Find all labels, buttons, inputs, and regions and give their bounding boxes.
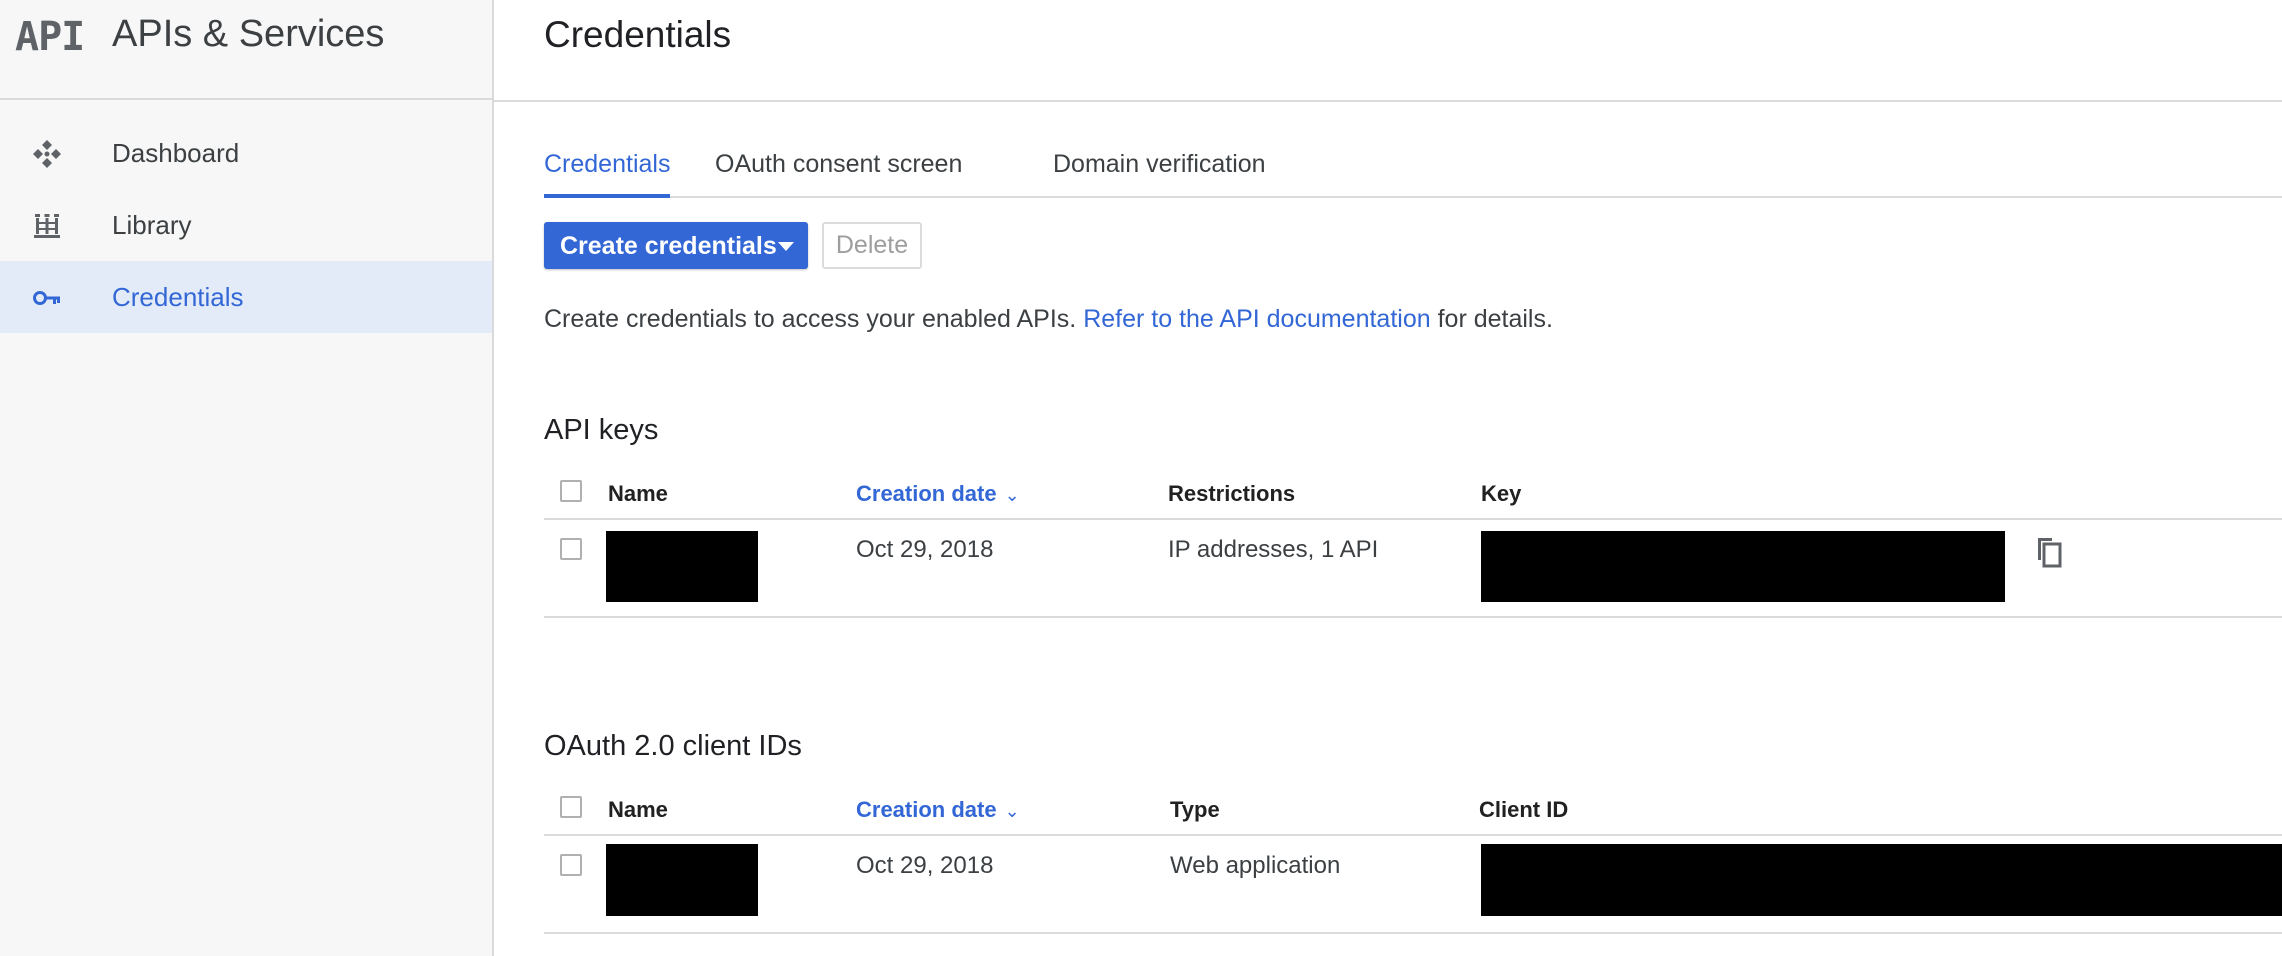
key-icon [32,283,62,313]
api-keys-title: API keys [544,414,659,446]
library-icon [32,211,62,241]
column-header-creation-date[interactable]: Creation date ⌄ [856,481,1020,507]
api-documentation-link[interactable]: Refer to the API documentation [1083,305,1430,333]
creation-date-cell: Oct 29, 2018 [856,852,994,879]
column-header-name: Name [608,797,668,822]
tab-domain-verification[interactable]: Domain verification [1053,150,1266,198]
select-all-checkbox[interactable] [560,480,582,502]
tab-bar: Credentials OAuth consent screen Domain … [544,134,2282,198]
main-content: Credentials Credentials OAuth consent sc… [494,0,2282,956]
column-header-creation-date-label: Creation date [856,797,997,822]
intro-text: Create credentials to access your enable… [544,305,1553,334]
sidebar-item-library[interactable]: Library [0,189,492,261]
page-title: Credentials [544,14,732,55]
type-cell: Web application [1170,852,1341,879]
redacted-client-id [1481,844,2282,916]
sidebar-item-label: Credentials [112,281,244,312]
redacted-key [1481,531,2005,602]
sidebar: API APIs & Services Dashboard Library Cr… [0,0,494,956]
tab-oauth-consent-screen[interactable]: OAuth consent screen [715,150,962,198]
intro-prefix: Create credentials to access your enable… [544,305,1077,333]
column-header-creation-date-label: Creation date [856,481,997,506]
column-header-restrictions: Restrictions [1168,481,1296,506]
intro-suffix: for details. [1437,305,1553,333]
column-header-client-id: Client ID [1479,797,1569,822]
delete-button[interactable]: Delete [822,222,922,269]
sidebar-item-dashboard[interactable]: Dashboard [0,117,492,189]
api-logo: API [15,14,85,60]
select-all-checkbox[interactable] [560,796,582,818]
creation-date-cell: Oct 29, 2018 [856,536,994,563]
table-row: Oct 29, 2018 IP addresses, 1 API [544,520,2282,618]
sidebar-title: APIs & Services [112,13,385,55]
page-header: Credentials [494,0,2282,102]
redacted-name [606,531,758,602]
oauth-clients-table-header: Name Creation date ⌄ Type Client ID [544,788,2282,836]
sidebar-item-label: Dashboard [112,137,240,168]
create-credentials-button[interactable]: Create credentials [544,222,808,269]
sidebar-item-label: Library [112,209,192,240]
chevron-down-icon: ⌄ [1004,801,1020,821]
sidebar-header: API APIs & Services [0,0,494,100]
dashboard-icon [32,139,62,169]
dropdown-caret-icon [778,242,794,251]
row-checkbox[interactable] [560,854,582,876]
column-header-type: Type [1170,797,1220,822]
column-header-creation-date[interactable]: Creation date ⌄ [856,797,1020,823]
copy-icon[interactable] [2034,536,2064,570]
column-header-key: Key [1481,481,1522,506]
restrictions-cell: IP addresses, 1 API [1168,536,1379,563]
table-row: Oct 29, 2018 Web application [544,836,2282,934]
sidebar-item-credentials[interactable]: Credentials [0,261,492,333]
oauth-clients-title: OAuth 2.0 client IDs [544,730,802,762]
chevron-down-icon: ⌄ [1004,485,1020,505]
column-header-name: Name [608,481,668,506]
redacted-name [606,844,758,916]
tab-credentials[interactable]: Credentials [544,150,671,198]
api-keys-table-header: Name Creation date ⌄ Restrictions Key [544,472,2282,520]
create-credentials-label: Create credentials [560,232,777,260]
row-checkbox[interactable] [560,538,582,560]
